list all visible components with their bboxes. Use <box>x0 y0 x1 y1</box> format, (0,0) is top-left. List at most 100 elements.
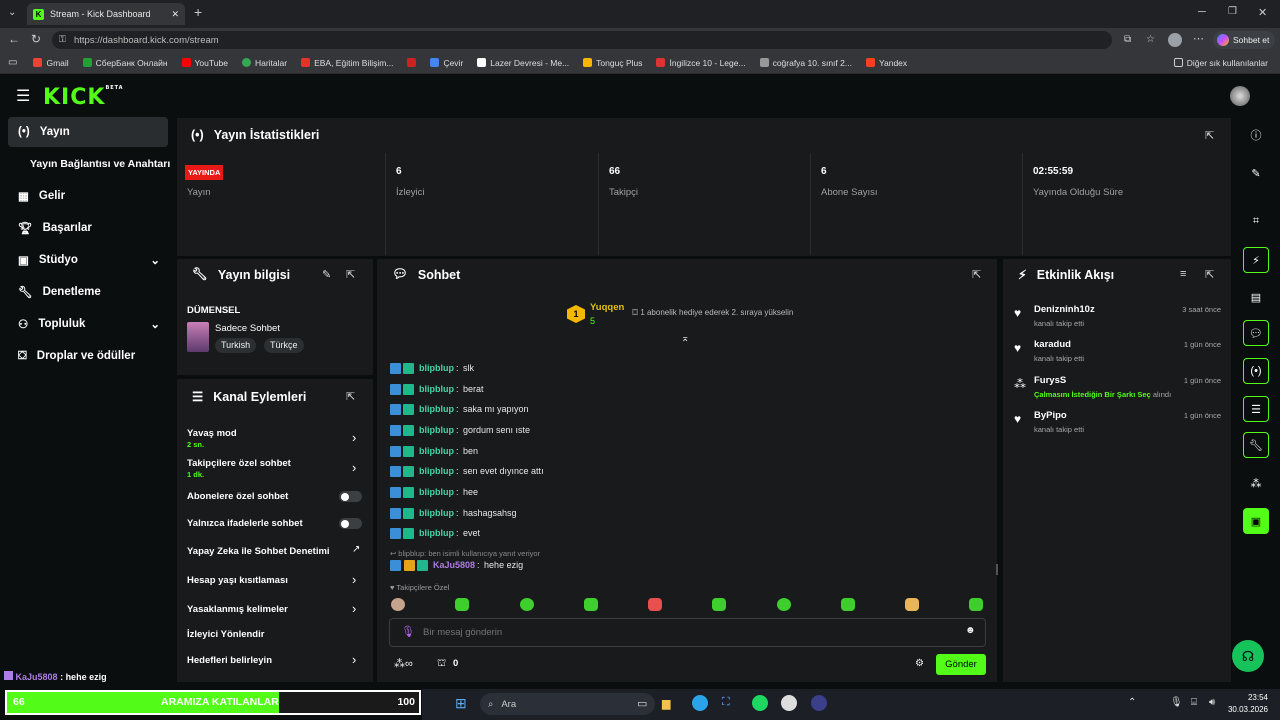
sidebar-item-yayin[interactable]: (•) Yayın <box>8 117 168 147</box>
chat-input[interactable] <box>423 624 943 640</box>
tag[interactable]: Turkish <box>215 338 257 353</box>
task-view-icon[interactable]: ▭ <box>637 697 647 710</box>
sidebar-item-denetleme[interactable]: 🔧︎ Denetleme <box>8 277 168 307</box>
edit-icon[interactable]: ✎ <box>322 268 331 281</box>
ai-moderation-setting[interactable]: Yapay Zeka ile Sohbet Denetimi <box>187 546 330 557</box>
emote-icon[interactable] <box>969 598 983 611</box>
expand-icon[interactable]: ⇱ <box>972 268 981 281</box>
edge-icon[interactable] <box>692 695 708 711</box>
kick-logo[interactable]: KICKBETA <box>43 85 124 110</box>
chat-message[interactable]: blipblup: slk <box>390 361 474 375</box>
gift-prompt[interactable]: ⛋ 1 abonelik hediye ederek 2. sıraya yük… <box>632 308 793 318</box>
emote-icon[interactable] <box>905 598 919 611</box>
obs-icon[interactable] <box>811 695 827 711</box>
lightning-icon[interactable]: ⚡︎ <box>1243 247 1269 273</box>
bookmark-maps[interactable]: Haritalar <box>241 58 287 68</box>
chevron-right-icon[interactable]: › <box>352 601 356 616</box>
favorites-icon[interactable]: ☆ <box>1146 34 1155 45</box>
bookmark-cografya[interactable]: coğrafya 10. sınıf 2... <box>759 58 852 68</box>
settings-gear-icon[interactable]: ⚙ <box>915 658 924 669</box>
chat-message[interactable]: blipblup: ben <box>390 444 478 458</box>
filter-icon[interactable]: ≡ <box>1180 268 1186 280</box>
clock-date[interactable]: 30.03.2026 <box>1224 705 1268 714</box>
new-tab-icon[interactable]: + <box>194 4 202 20</box>
sidebar-item-stream-key[interactable]: Yayın Bağlantısı ve Anahtarı <box>20 149 180 179</box>
microphone-icon[interactable]: 🎙︎ <box>1170 697 1183 708</box>
bookmark-eba[interactable]: EBA, Eğitim Bilişim... <box>301 58 393 68</box>
emote-icon[interactable] <box>712 598 726 611</box>
edit-icon[interactable]: ✎ <box>1243 160 1269 186</box>
slow-mode-setting[interactable]: Yavaş mod 2 sn. <box>187 428 237 449</box>
channel-points-icon[interactable]: ⁂∞ <box>394 657 413 670</box>
maximize-icon[interactable]: ❐ <box>1228 6 1237 17</box>
emote-icon[interactable] <box>777 598 791 611</box>
chat-message[interactable]: blipblup: evet <box>390 526 480 540</box>
send-button[interactable]: Gönder <box>936 654 986 675</box>
more-icon[interactable]: ⋯ <box>1193 32 1204 45</box>
chevron-right-icon[interactable]: › <box>352 460 356 475</box>
wrench-icon[interactable]: 🔧︎ <box>1243 432 1269 458</box>
sidebar-item-gelir[interactable]: ▦ Gelir <box>8 181 168 211</box>
bookmark-gmail[interactable]: Gmail <box>33 58 69 68</box>
emote-icon[interactable] <box>391 598 405 611</box>
chart-icon[interactable]: ↗ <box>352 544 360 555</box>
chat-scrollbar[interactable] <box>996 564 998 575</box>
emoji-icon[interactable]: ☻ <box>965 625 976 636</box>
user-avatar[interactable] <box>1230 86 1250 106</box>
chat-message[interactable]: blipblup: sen evet dıyınce attı <box>390 464 544 478</box>
sidebar-item-topluluk[interactable]: ⚇ Topluluk ⌄ <box>8 309 168 339</box>
emote-icon[interactable] <box>841 598 855 611</box>
top-gifter-name[interactable]: Yuqqen <box>590 302 624 313</box>
chevron-right-icon[interactable]: › <box>352 652 356 667</box>
activity-event[interactable]: ♥ karadud kanalı takip etti 1 gün önce <box>1012 339 1224 367</box>
profile-avatar[interactable] <box>1168 33 1182 47</box>
extensions-icon[interactable]: ⧉ <box>1124 34 1131 45</box>
chat-message[interactable]: blipblup: hashagsahsg <box>390 506 517 520</box>
account-age-setting[interactable]: Hesap yaşı kısıtlaması <box>187 575 288 586</box>
github-icon[interactable] <box>781 695 797 711</box>
taskbar-search[interactable]: ⌕ Ara <box>480 693 655 715</box>
network-icon[interactable]: ⌸ <box>1191 697 1197 708</box>
raid-setting[interactable]: İzleyici Yönlendir <box>187 629 264 640</box>
points-icon[interactable]: ⁂ <box>1243 470 1269 496</box>
expand-icon[interactable]: ⇱ <box>346 268 355 281</box>
back-icon[interactable]: ← <box>8 32 20 46</box>
tag[interactable]: Türkçe <box>264 338 304 353</box>
bookmark-youtube[interactable]: YouTube <box>181 58 228 68</box>
broadcast-icon[interactable]: (•) <box>1243 358 1269 384</box>
chat-message[interactable]: blipblup: saka mı yapıyon <box>390 402 529 416</box>
minimize-icon[interactable]: ─ <box>1198 6 1206 18</box>
clock-time[interactable]: 23:54 <box>1234 693 1268 702</box>
bookmark-ingilizce[interactable]: İngilizce 10 - Lege... <box>656 58 746 68</box>
microphone-icon[interactable]: 🎙︎ <box>401 625 415 638</box>
emote-icon[interactable] <box>584 598 598 611</box>
activity-event[interactable]: ♥ ByPipo kanalı takip etti 1 gün önce <box>1012 410 1224 438</box>
help-icon[interactable]: ☊ <box>1232 640 1264 672</box>
browser-tab[interactable]: K Stream - Kick Dashboard ✕ <box>27 3 185 25</box>
kick-app-icon[interactable]: ▣ <box>1243 508 1269 534</box>
chevron-right-icon[interactable]: › <box>352 430 356 445</box>
copilot-chat-button[interactable]: Sohbet et <box>1213 31 1276 49</box>
store-icon[interactable]: ⛫ <box>437 658 446 671</box>
expand-icon[interactable]: ⇱ <box>346 390 355 403</box>
bookmark-yandex[interactable]: Yandex <box>865 58 907 68</box>
info-icon[interactable]: ⓘ <box>1243 122 1269 148</box>
bookmark-translate[interactable]: Çevir <box>430 58 463 68</box>
tray-chevron-icon[interactable]: ⌃ <box>1128 697 1136 708</box>
volume-icon[interactable]: 🔊︎ <box>1209 697 1215 708</box>
tab-list-icon[interactable]: ⌄ <box>8 7 16 18</box>
url-field[interactable]: ⚿ https://dashboard.kick.com/stream <box>52 31 1112 49</box>
banned-words-setting[interactable]: Yasaklanmış kelimeler <box>187 604 288 615</box>
chevron-right-icon[interactable]: › <box>352 572 356 587</box>
sidebar-item-basarilar[interactable]: 🏆︎ Başarılar <box>8 213 168 243</box>
followers-only-setting[interactable]: Takipçilere özel sohbet 1 dk. <box>187 458 291 479</box>
refresh-icon[interactable]: ↻ <box>31 32 41 46</box>
bookmark-menu-icon[interactable]: ▭ <box>8 57 17 68</box>
windows-start-icon[interactable]: ⊞ <box>455 695 467 712</box>
expand-icon[interactable]: ⇱ <box>1205 129 1214 142</box>
other-bookmarks[interactable]: Diğer sık kullanılanlar <box>1173 58 1268 68</box>
document-icon[interactable]: ▤ <box>1243 284 1269 310</box>
emote-icon[interactable] <box>455 598 469 611</box>
file-explorer-icon[interactable]: ▆ <box>662 697 670 710</box>
collapse-pinned-icon[interactable]: ⌅ <box>681 333 689 344</box>
